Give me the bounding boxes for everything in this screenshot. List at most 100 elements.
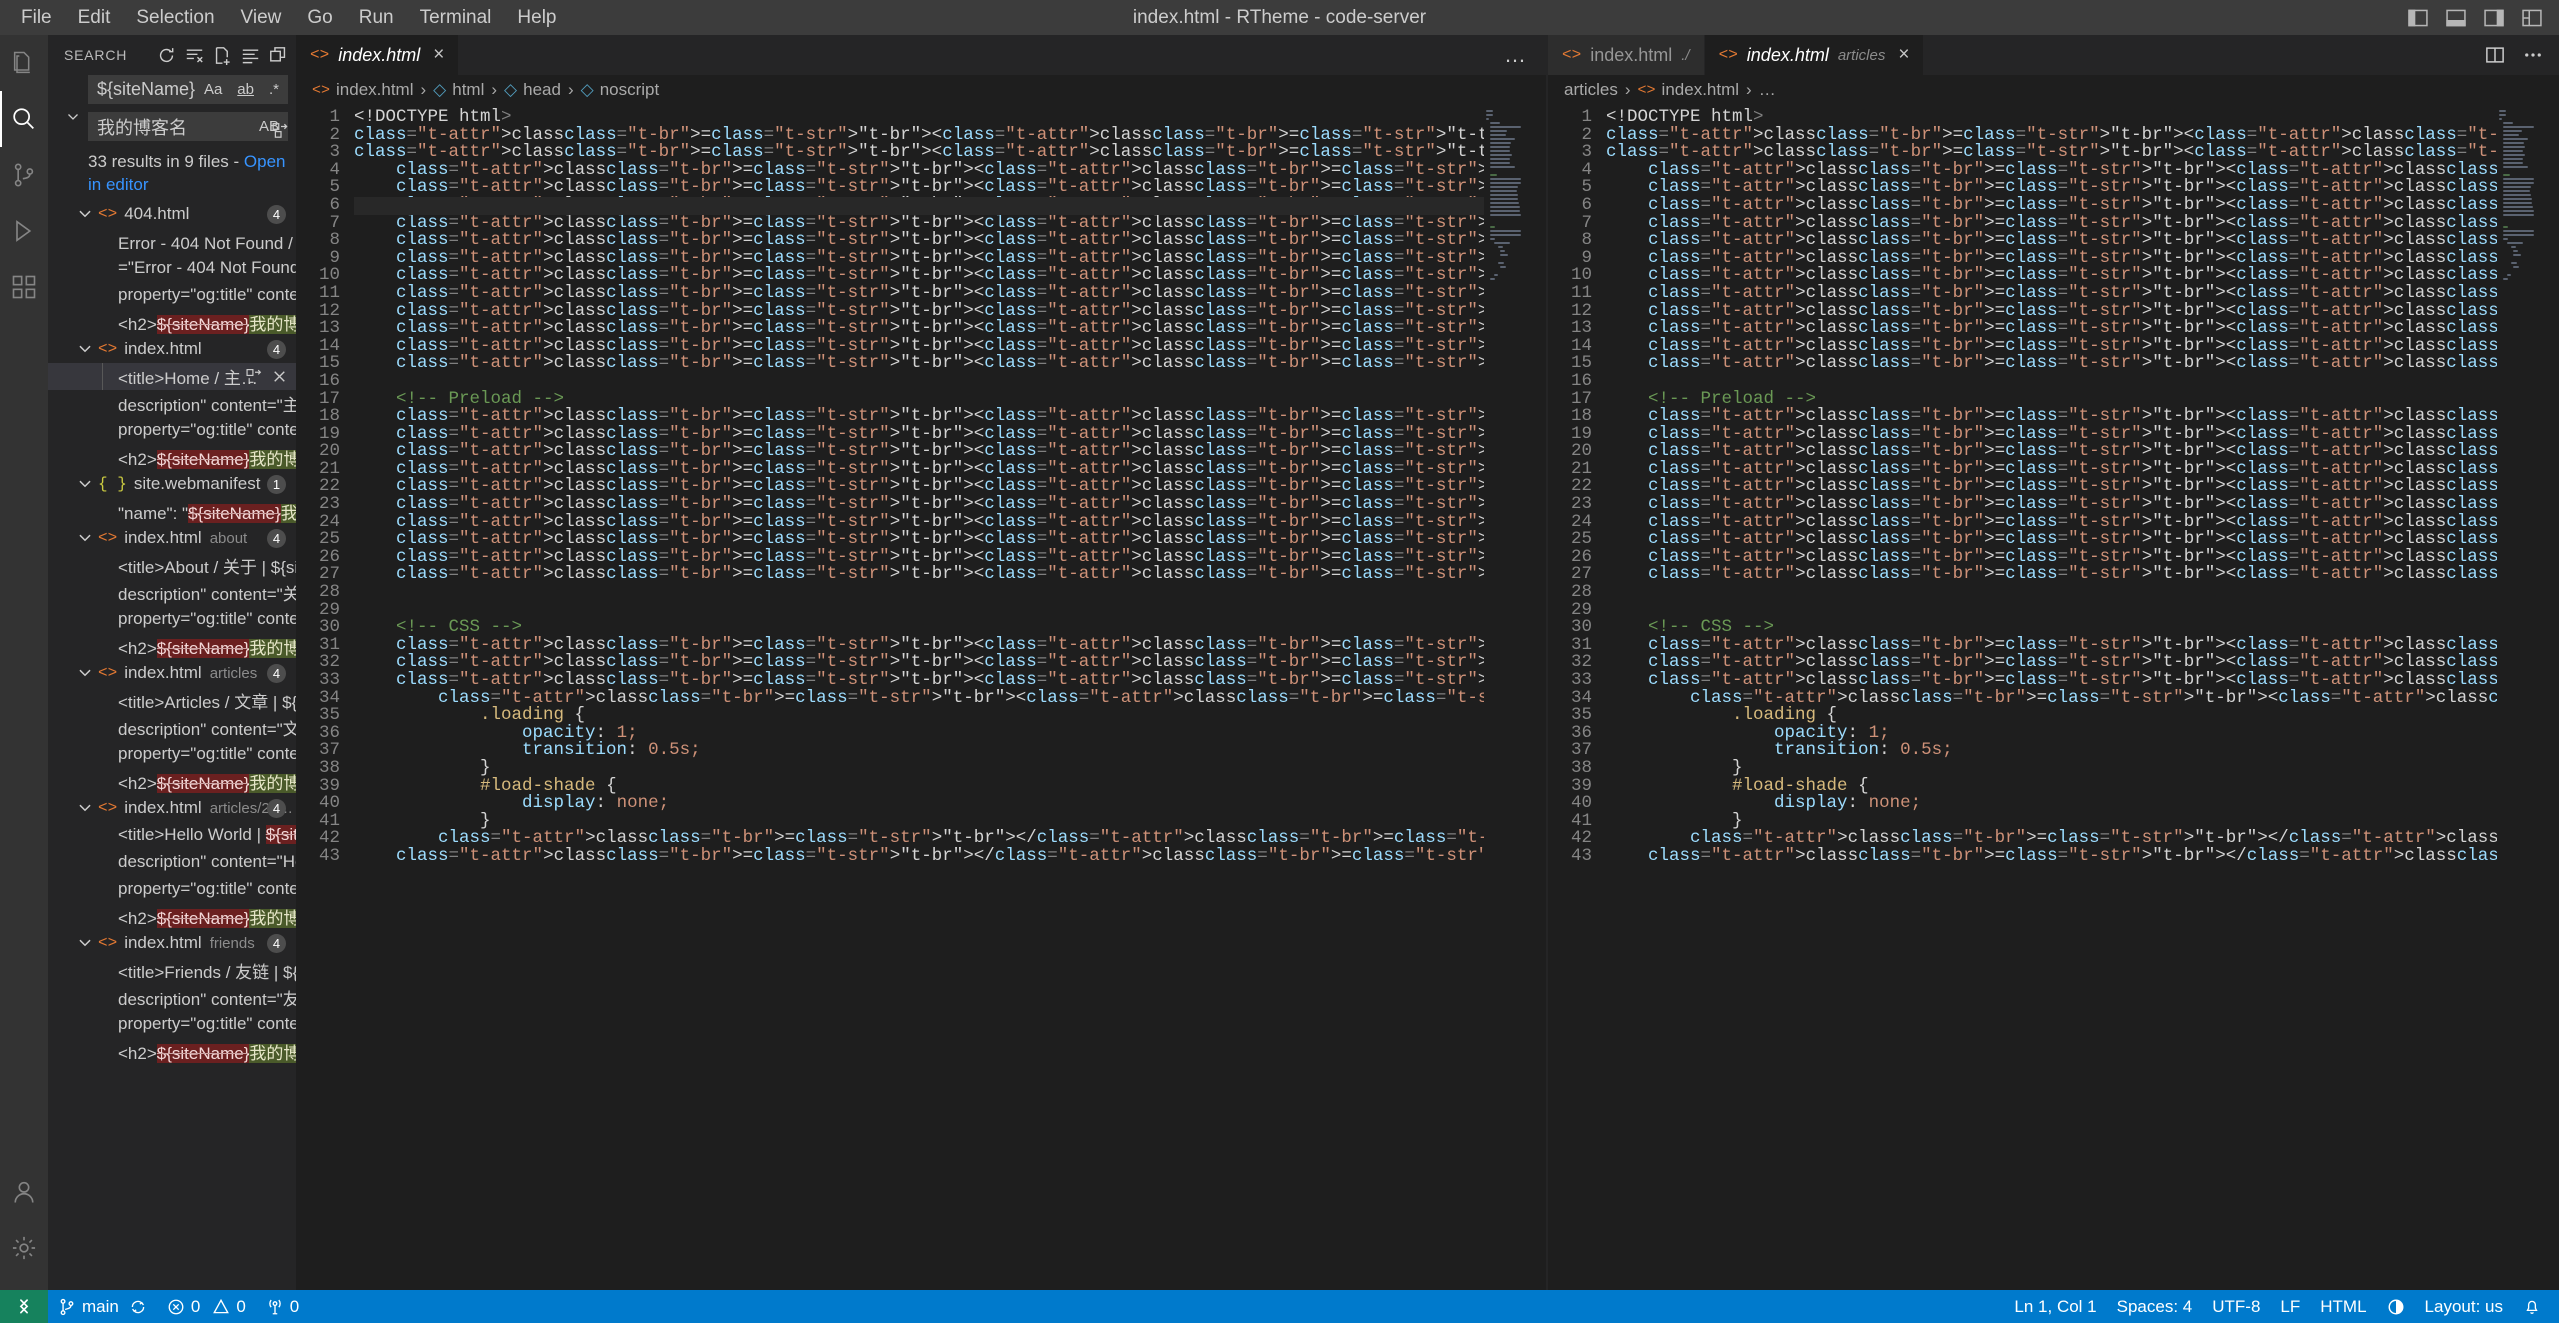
search-result-match[interactable]: description" content="友链 | [48, 984, 296, 1011]
search-result-file[interactable]: <> index.html about 4 [48, 525, 296, 552]
status-language-mode[interactable]: HTML [2310, 1290, 2376, 1323]
close-icon[interactable]: × [1898, 44, 1909, 66]
code-content-right[interactable]: <!DOCTYPE html> class="t-attr">classclass… [1606, 105, 2497, 1290]
search-result-file[interactable]: <> index.html 4 [48, 336, 296, 363]
search-result-match[interactable]: description" content="文章 | [48, 714, 296, 741]
more-actions-icon[interactable] [2523, 45, 2543, 65]
breadcrumb-item-file[interactable]: <> index.html [1638, 80, 1740, 100]
search-result-file[interactable]: <> index.html articles 4 [48, 660, 296, 687]
search-result-match[interactable]: property="og:title" content=" [48, 417, 296, 444]
activity-item-explorer[interactable] [0, 35, 48, 91]
panel-left-icon[interactable] [2407, 7, 2429, 29]
refresh-icon[interactable] [157, 46, 176, 65]
chevron-down-icon[interactable] [76, 205, 94, 223]
search-result-match[interactable]: property="og:title" content="… [48, 1011, 296, 1038]
breadcrumb-item-noscript[interactable]: ◇ noscript [581, 80, 660, 100]
menu-file[interactable]: File [8, 3, 65, 33]
split-editor-icon[interactable] [2485, 45, 2505, 65]
chevron-down-icon[interactable] [76, 529, 94, 547]
replace-all-button[interactable] [272, 122, 290, 145]
search-result-file[interactable]: { } site.webmanifest 1 [48, 471, 296, 498]
search-results-tree[interactable]: <> 404.html 4 Error - 404 Not Found / 主页 ="… [48, 201, 296, 1290]
search-result-match[interactable]: property="og:title" content="… [48, 606, 296, 633]
search-result-match[interactable]: description" content="Hello … [48, 849, 296, 876]
status-encoding[interactable]: UTF-8 [2202, 1290, 2270, 1323]
status-theme-toggle[interactable] [2377, 1290, 2415, 1323]
activity-item-search[interactable] [0, 91, 48, 147]
code-editor-right[interactable]: 1 2 3 4 5 6 7 8 9 10 11 12 13 14 15 16 17 18 19 20 21 22 23 24 2… [1548, 105, 2559, 1290]
tab-index-html-root[interactable]: <> index.html ./ [1548, 35, 1705, 75]
breadcrumb-item-head[interactable]: ◇ head [504, 80, 561, 100]
status-indentation[interactable]: Spaces: 4 [2107, 1290, 2203, 1323]
search-result-file[interactable]: <> index.html articles/20… 4 [48, 795, 296, 822]
status-eol[interactable]: LF [2270, 1290, 2310, 1323]
status-problems[interactable]: 0 0 [157, 1290, 256, 1323]
search-result-match[interactable]: property="og:title" content=" [48, 282, 296, 309]
search-result-match[interactable]: Error - 404 Not Found / 主页 [48, 228, 296, 255]
search-result-file[interactable]: <> index.html friends 4 [48, 930, 296, 957]
search-result-match[interactable]: <title>About / 关于 | ${siteN… [48, 552, 296, 579]
remote-indicator[interactable] [0, 1290, 48, 1323]
editor-more-actions[interactable]: … [1504, 35, 1546, 75]
search-input[interactable]: ${siteName} Aa ab .* [88, 75, 288, 104]
status-cursor-position[interactable]: Ln 1, Col 1 [2004, 1290, 2106, 1323]
open-new-search-editor-icon[interactable] [213, 46, 232, 65]
minimap-left[interactable] [1484, 105, 1546, 1290]
chevron-down-icon[interactable] [76, 664, 94, 682]
customize-layout-icon[interactable] [2521, 7, 2543, 29]
code-content-left[interactable]: <!DOCTYPE html> class="t-attr">classclass… [354, 105, 1484, 1290]
close-icon[interactable]: × [433, 44, 444, 66]
search-result-match[interactable]: <title>Articles / 文章 | ${site… [48, 687, 296, 714]
menu-edit[interactable]: Edit [65, 3, 124, 33]
search-result-match[interactable]: <h2>${siteName}我的博客名 [48, 1038, 296, 1065]
chevron-down-icon[interactable] [76, 340, 94, 358]
chevron-down-icon[interactable] [76, 475, 94, 493]
replace-icon[interactable] [246, 368, 263, 385]
view-as-list-icon[interactable] [241, 46, 260, 65]
search-result-match[interactable]: <title>Friends / 友链 | ${site… [48, 957, 296, 984]
search-result-match[interactable]: "name": "${siteName}我的博 [48, 498, 296, 525]
breadcrumb-item-more[interactable]: … [1759, 80, 1776, 100]
code-editor-left[interactable]: 1 2 3 4 5 6 7 8 9 10 11 12 13 14 15 16 17 18 19 20 21 22 23 24 2… [296, 105, 1546, 1290]
search-result-match[interactable]: description" content="关于 | [48, 579, 296, 606]
menu-view[interactable]: View [228, 3, 295, 33]
search-result-match[interactable]: description" content="主页 | [48, 390, 296, 417]
tab-index-html-articles[interactable]: <> index.html articles × [1704, 35, 1925, 75]
replace-input[interactable]: 我的博客名 AB [88, 112, 288, 141]
menu-run[interactable]: Run [346, 3, 407, 33]
search-result-match[interactable]: <h2>${siteName}我的博客名 [48, 768, 296, 795]
activity-item-manage[interactable] [0, 1220, 48, 1276]
collapse-all-icon[interactable] [269, 46, 288, 65]
search-result-match[interactable]: <h2>${siteName}我的博客名 [48, 633, 296, 660]
match-case-option[interactable]: Aa [201, 80, 225, 99]
search-result-match[interactable]: <h2>${siteName}我的博客名 [48, 309, 296, 336]
activity-item-accounts[interactable] [0, 1164, 48, 1220]
menu-go[interactable]: Go [294, 3, 345, 33]
search-result-match[interactable]: <title>Home / 主… [48, 362, 296, 390]
menu-terminal[interactable]: Terminal [407, 3, 505, 33]
minimap-right[interactable] [2497, 105, 2559, 1290]
use-regex-option[interactable]: .* [266, 80, 282, 99]
status-ports[interactable]: 0 [256, 1290, 309, 1323]
clear-results-icon[interactable] [185, 46, 204, 65]
activity-item-extensions[interactable] [0, 259, 48, 315]
activity-item-run-and-debug[interactable] [0, 203, 48, 259]
breadcrumb-item-html[interactable]: ◇ html [433, 80, 484, 100]
activity-item-source-control[interactable] [0, 147, 48, 203]
chevron-down-icon[interactable] [76, 934, 94, 952]
breadcrumb-item-file[interactable]: <> index.html [312, 80, 414, 100]
search-result-match[interactable]: property="og:title" content="… [48, 741, 296, 768]
search-result-match[interactable]: property="og:title" content="… [48, 876, 296, 903]
status-branch[interactable]: main [48, 1290, 157, 1323]
search-result-match[interactable]: <title>Hello World | ${siteNa… [48, 822, 296, 849]
search-result-file[interactable]: <> 404.html 4 [48, 201, 296, 228]
panel-bottom-icon[interactable] [2445, 7, 2467, 29]
search-result-match[interactable]: <h2>${siteName}我的博客名 [48, 444, 296, 471]
menu-help[interactable]: Help [504, 3, 569, 33]
search-result-match[interactable]: ="Error - 404 Not Found | ${ [48, 255, 296, 282]
search-result-match[interactable]: <h2>${siteName}我的博客名 [48, 903, 296, 930]
status-keyboard-layout[interactable]: Layout: us [2415, 1290, 2513, 1323]
status-notifications[interactable] [2513, 1290, 2559, 1323]
match-whole-word-option[interactable]: ab [231, 79, 260, 100]
chevron-down-icon[interactable] [76, 799, 94, 817]
